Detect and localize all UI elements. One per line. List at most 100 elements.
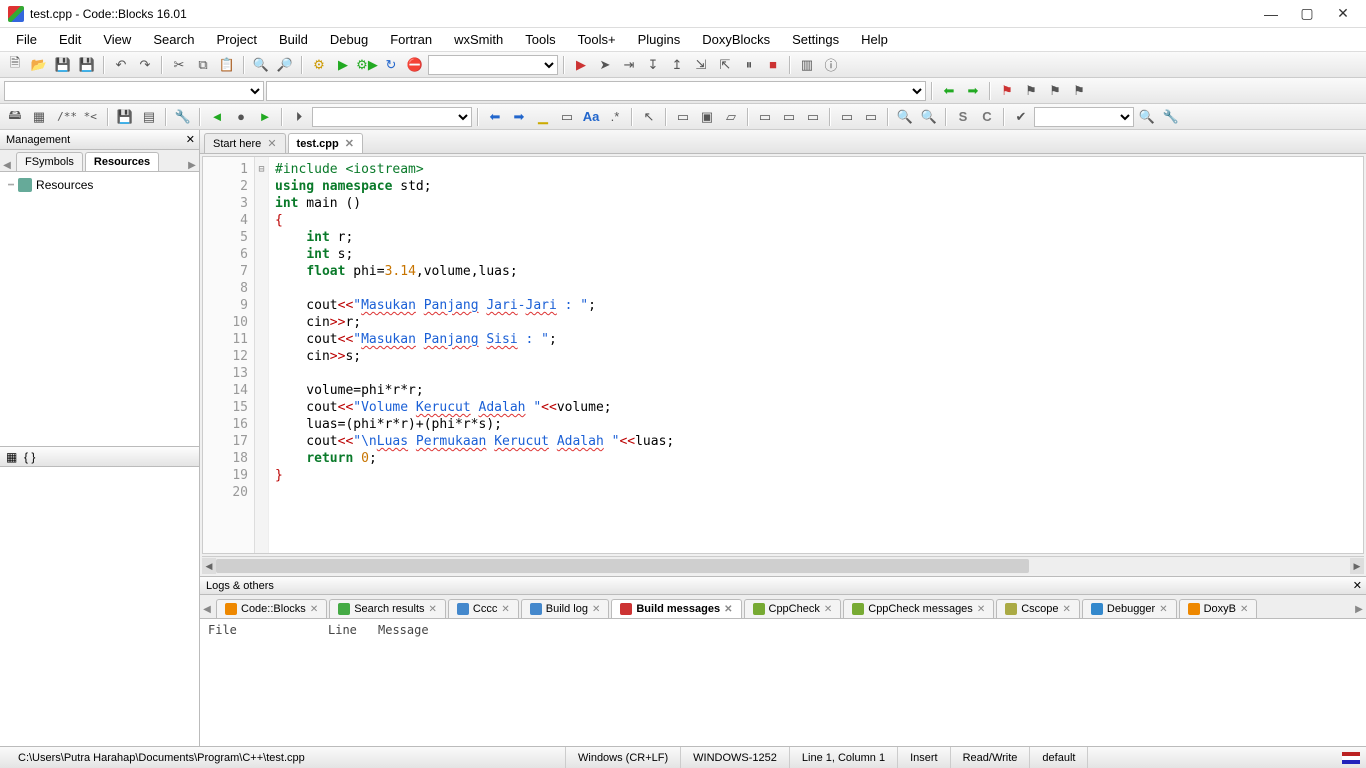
logs-tab-scroll-left[interactable]: ◀ xyxy=(200,604,214,618)
management-lower-header[interactable]: ▦ { } xyxy=(0,447,199,467)
s-icon[interactable]: S xyxy=(952,106,974,128)
tab-close-icon[interactable]: ✕ xyxy=(267,137,276,150)
tab-close-icon[interactable]: ✕ xyxy=(1159,604,1167,615)
dox-icon-2[interactable]: ▦ xyxy=(28,106,50,128)
menu-wxsmith[interactable]: wxSmith xyxy=(444,29,513,50)
save-icon[interactable]: 💾 xyxy=(52,54,74,76)
undo-icon[interactable]: ↶ xyxy=(110,54,132,76)
tab-close-icon[interactable]: ✕ xyxy=(501,604,509,615)
build-run-icon[interactable]: ⚙▶ xyxy=(356,54,378,76)
close-button[interactable]: ✕ xyxy=(1334,5,1352,23)
c-icon[interactable]: C xyxy=(976,106,998,128)
menu-view[interactable]: View xyxy=(93,29,141,50)
tab-close-icon[interactable]: ✕ xyxy=(310,604,318,615)
dox-wrench-icon[interactable]: 🔧 xyxy=(172,106,194,128)
abc-check-icon[interactable]: ✔ xyxy=(1010,106,1032,128)
nav-fwd-icon[interactable]: ➡ xyxy=(962,80,984,102)
jump-combo[interactable] xyxy=(312,107,472,127)
dialog-icon[interactable]: ▱ xyxy=(720,106,742,128)
run-to-cursor-icon[interactable]: ➤ xyxy=(594,54,616,76)
bookmark-prev-icon[interactable]: ⚑ xyxy=(1020,80,1042,102)
stop-debug-icon[interactable]: ■ xyxy=(762,54,784,76)
box3-icon[interactable]: ▭ xyxy=(802,106,824,128)
logs-tab-cccc[interactable]: Cccc✕ xyxy=(448,599,519,618)
build-icon[interactable]: ⚙ xyxy=(308,54,330,76)
next-line-icon[interactable]: ⇥ xyxy=(618,54,640,76)
editor-tab-test-cpp[interactable]: test.cpp✕ xyxy=(288,133,363,153)
menu-doxyblocks[interactable]: DoxyBlocks xyxy=(692,29,780,50)
bookmark-next-icon[interactable]: ⚑ xyxy=(1044,80,1066,102)
editor-horizontal-scrollbar[interactable]: ◀ ▶ xyxy=(202,556,1364,574)
rebuild-icon[interactable]: ↻ xyxy=(380,54,402,76)
editor-tab-start-here[interactable]: Start here✕ xyxy=(204,133,286,153)
build-target-combo[interactable] xyxy=(428,55,558,75)
last-jump-icon[interactable]: ⏵ xyxy=(288,106,310,128)
copy-icon[interactable]: ⧉ xyxy=(192,54,214,76)
open-file-icon[interactable]: 📂 xyxy=(28,54,50,76)
mgmt-tab-scroll-left[interactable]: ◀ xyxy=(0,160,14,171)
logs-tab-build-log[interactable]: Build log✕ xyxy=(521,599,610,618)
info-icon[interactable]: ⓘ xyxy=(820,54,842,76)
sel-text-icon[interactable]: ▭ xyxy=(556,106,578,128)
step-instr-icon[interactable]: ⇱ xyxy=(714,54,736,76)
nav-back-icon[interactable]: ⬅ xyxy=(938,80,960,102)
menu-project[interactable]: Project xyxy=(207,29,267,50)
func-combo[interactable] xyxy=(266,81,926,101)
hscroll-thumb[interactable] xyxy=(216,559,1029,573)
code-editor[interactable]: 1234567891011121314151617181920 ⊟ #inclu… xyxy=(202,156,1364,554)
bookmark-clear-icon[interactable]: ⚑ xyxy=(1068,80,1090,102)
cut-icon[interactable]: ✂ xyxy=(168,54,190,76)
menu-build[interactable]: Build xyxy=(269,29,318,50)
logs-tab-cppcheck[interactable]: CppCheck✕ xyxy=(744,599,842,618)
next-icon[interactable]: ► xyxy=(254,106,276,128)
replace-icon[interactable]: 🔎 xyxy=(274,54,296,76)
tab-close-icon[interactable]: ✕ xyxy=(429,604,437,615)
box1-icon[interactable]: ▭ xyxy=(754,106,776,128)
box4-icon[interactable]: ▭ xyxy=(836,106,858,128)
menu-plugins[interactable]: Plugins xyxy=(628,29,691,50)
menu-file[interactable]: File xyxy=(6,29,47,50)
redo-icon[interactable]: ↷ xyxy=(134,54,156,76)
doxy-comment-icon[interactable]: /** *< xyxy=(52,106,102,128)
menu-settings[interactable]: Settings xyxy=(782,29,849,50)
highlight-icon[interactable]: ▁ xyxy=(532,106,554,128)
arrow-left-icon[interactable]: ⬅ xyxy=(484,106,506,128)
options-icon[interactable]: 🔧 xyxy=(1160,106,1182,128)
logs-tab-build-messages[interactable]: Build messages✕ xyxy=(611,599,741,618)
language-flag-icon[interactable] xyxy=(1342,752,1360,764)
box2-icon[interactable]: ▭ xyxy=(778,106,800,128)
tab-close-icon[interactable]: ✕ xyxy=(1240,604,1248,615)
logs-tab-scroll-right[interactable]: ▶ xyxy=(1352,604,1366,618)
management-tree[interactable]: ┅ Resources xyxy=(0,172,199,446)
tab-close-icon[interactable]: ✕ xyxy=(824,604,832,615)
panel-icon[interactable]: ▣ xyxy=(696,106,718,128)
logs-tab-debugger[interactable]: Debugger✕ xyxy=(1082,599,1177,618)
zoom-out-icon[interactable]: 🔍 xyxy=(918,106,940,128)
run-icon[interactable]: ▶ xyxy=(332,54,354,76)
step-into-icon[interactable]: ↧ xyxy=(642,54,664,76)
menu-fortran[interactable]: Fortran xyxy=(380,29,442,50)
new-file-icon[interactable]: 🗎 xyxy=(4,54,26,76)
bookmark-flag-icon[interactable]: ⚑ xyxy=(996,80,1018,102)
maximize-button[interactable]: ▢ xyxy=(1298,5,1316,23)
menu-help[interactable]: Help xyxy=(851,29,898,50)
abort-icon[interactable]: ⛔ xyxy=(404,54,426,76)
fold-gutter[interactable]: ⊟ xyxy=(255,157,269,553)
logs-tab-doxyb[interactable]: DoxyB✕ xyxy=(1179,599,1258,618)
spell-combo[interactable] xyxy=(1034,107,1134,127)
code-text[interactable]: #include <iostream>using namespace std;i… xyxy=(269,157,1363,553)
hscroll-right-arrow[interactable]: ▶ xyxy=(1350,558,1364,574)
tab-close-icon[interactable]: ✕ xyxy=(724,604,732,615)
mgmt-tab-resources[interactable]: Resources xyxy=(85,152,159,171)
dox-icon-1[interactable]: 🖴 xyxy=(4,106,26,128)
logs-body[interactable]: File Line Message xyxy=(200,619,1366,746)
management-close-icon[interactable]: ✕ xyxy=(186,133,195,146)
regex-icon[interactable]: .* xyxy=(604,106,626,128)
menu-search[interactable]: Search xyxy=(143,29,204,50)
logs-tab-cscope[interactable]: Cscope✕ xyxy=(996,599,1080,618)
save-all-icon[interactable]: 💾 xyxy=(76,54,98,76)
menu-edit[interactable]: Edit xyxy=(49,29,91,50)
search-small-icon[interactable]: 🔍 xyxy=(1136,106,1158,128)
box5-icon[interactable]: ▭ xyxy=(860,106,882,128)
scope-combo[interactable] xyxy=(4,81,264,101)
